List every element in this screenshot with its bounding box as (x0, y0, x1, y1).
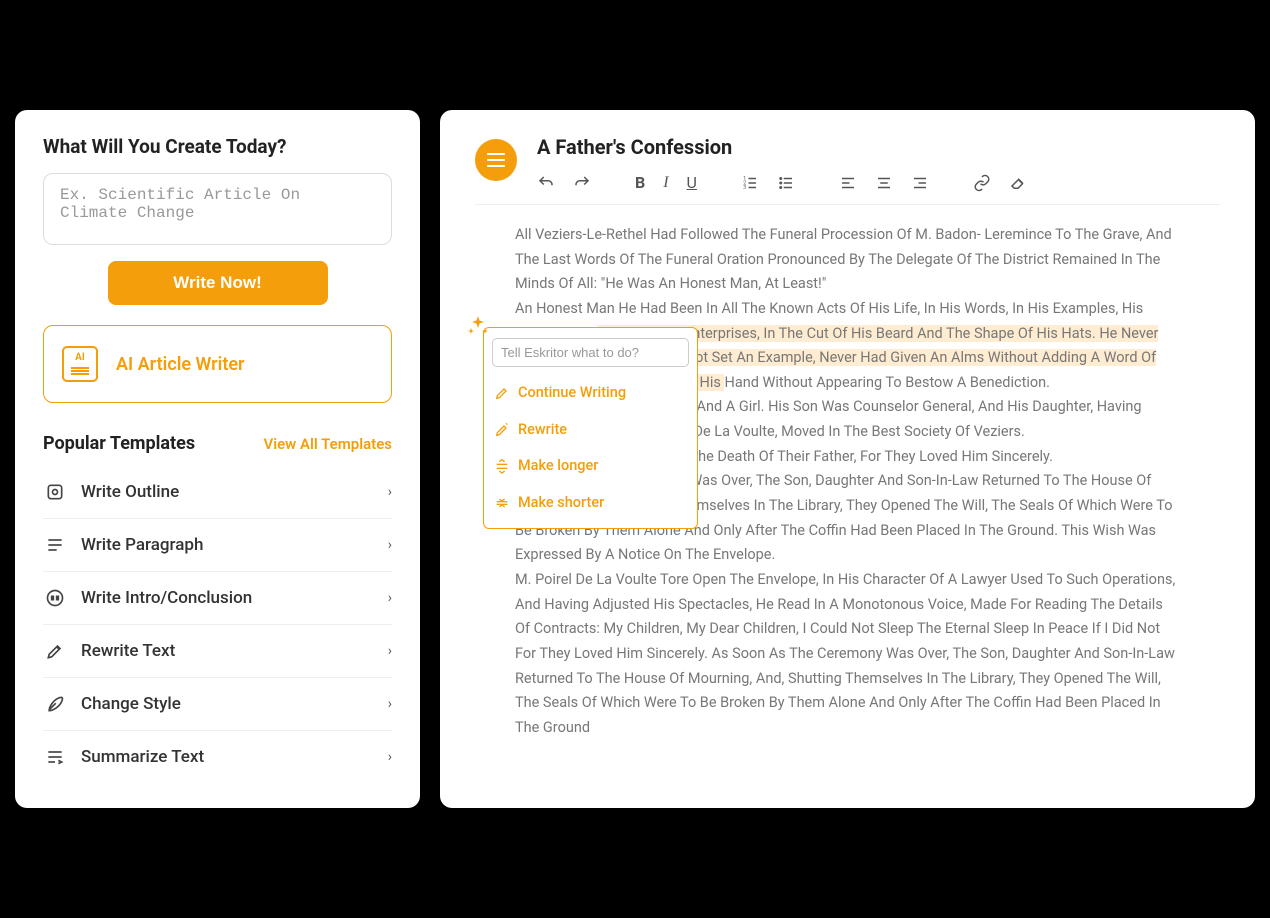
template-rewrite-text[interactable]: Rewrite Text › (43, 625, 392, 678)
chevron-right-icon: › (388, 484, 392, 500)
template-label: Write Intro/Conclusion (81, 588, 388, 608)
popup-item-label: Continue Writing (518, 381, 626, 406)
paragraph: M. Poirel De La Voulte Tore Open The Env… (515, 568, 1180, 740)
make-longer-action[interactable]: Make longer (492, 448, 689, 485)
editor-panel: A Father's Confession B I U 123 (440, 110, 1255, 808)
template-label: Rewrite Text (81, 641, 388, 661)
rewrite-icon (43, 639, 67, 663)
align-center-icon[interactable] (875, 174, 893, 192)
ai-writer-icon: AI (62, 346, 98, 382)
template-write-outline[interactable]: Write Outline › (43, 466, 392, 519)
template-write-intro[interactable]: Write Intro/Conclusion › (43, 572, 392, 625)
continue-writing-action[interactable]: Continue Writing (492, 375, 689, 412)
align-left-icon[interactable] (839, 174, 857, 192)
editor-toolbar: B I U 123 (537, 173, 1220, 192)
eraser-icon[interactable] (1009, 174, 1027, 192)
popular-templates-title: Popular Templates (43, 433, 195, 454)
outline-icon (43, 480, 67, 504)
chevron-right-icon: › (388, 696, 392, 712)
popup-item-label: Rewrite (518, 418, 567, 443)
topic-input[interactable] (43, 173, 392, 245)
make-shorter-action[interactable]: Make shorter (492, 485, 689, 522)
chevron-right-icon: › (388, 749, 392, 765)
undo-icon[interactable] (537, 174, 555, 192)
quote-icon (43, 586, 67, 610)
paragraph-icon (43, 533, 67, 557)
ai-prompt-input[interactable] (492, 338, 689, 367)
link-icon[interactable] (973, 174, 991, 192)
italic-icon[interactable]: I (663, 174, 668, 192)
rewrite-action[interactable]: Rewrite (492, 412, 689, 449)
template-write-paragraph[interactable]: Write Paragraph › (43, 519, 392, 572)
redo-icon[interactable] (573, 174, 591, 192)
chevron-right-icon: › (388, 537, 392, 553)
popup-item-label: Make shorter (518, 491, 604, 516)
text: Hand Without Appearing To Bestow A Bened… (724, 374, 1050, 391)
template-label: Write Outline (81, 482, 388, 502)
summarize-icon (43, 745, 67, 769)
templates-list: Write Outline › Write Paragraph › Write … (43, 466, 392, 783)
chevron-right-icon: › (388, 590, 392, 606)
template-change-style[interactable]: Change Style › (43, 678, 392, 731)
creation-panel: What Will You Create Today? Write Now! A… (15, 110, 420, 808)
document-title: A Father's Confession (537, 135, 1220, 159)
ordered-list-icon[interactable]: 123 (741, 174, 759, 192)
write-now-button[interactable]: Write Now! (108, 261, 328, 305)
unordered-list-icon[interactable] (777, 174, 795, 192)
popup-item-label: Make longer (518, 454, 598, 479)
bold-icon[interactable]: B (635, 173, 645, 192)
template-label: Change Style (81, 694, 388, 714)
underline-icon[interactable]: U (687, 173, 697, 192)
view-all-templates-link[interactable]: View All Templates (263, 435, 392, 453)
ai-writer-label: AI Article Writer (116, 354, 245, 375)
template-label: Write Paragraph (81, 535, 388, 555)
template-summarize-text[interactable]: Summarize Text › (43, 731, 392, 783)
ai-article-writer-card[interactable]: AI AI Article Writer (43, 325, 392, 403)
paragraph: All Veziers-Le-Rethel Had Followed The F… (515, 223, 1180, 297)
create-heading: What Will You Create Today? (43, 135, 392, 158)
sparkle-icon (466, 314, 490, 347)
template-label: Summarize Text (81, 747, 388, 767)
editor-body[interactable]: All Veziers-Le-Rethel Had Followed The F… (475, 219, 1220, 740)
feather-icon (43, 692, 67, 716)
align-right-icon[interactable] (911, 174, 929, 192)
chevron-right-icon: › (388, 643, 392, 659)
svg-text:3: 3 (743, 185, 746, 191)
menu-button[interactable] (475, 139, 517, 181)
ai-action-popup: Continue Writing Rewrite Make longer Mak… (483, 327, 698, 529)
